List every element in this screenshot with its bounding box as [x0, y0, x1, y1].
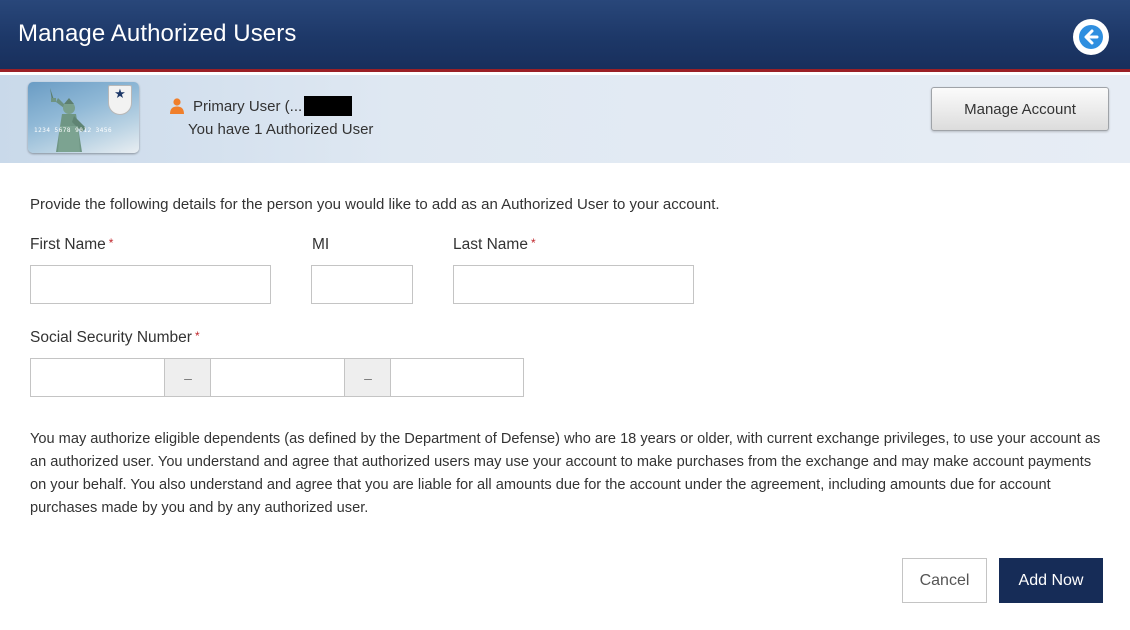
form-instructions: Provide the following details for the pe…	[30, 196, 720, 213]
back-arrow-icon	[1079, 25, 1103, 49]
authorization-disclaimer: You may authorize eligible dependents (a…	[30, 431, 1101, 516]
required-marker: *	[530, 236, 536, 250]
page-title: Manage Authorized Users	[18, 20, 297, 47]
last-name-label: Last Name *	[453, 236, 536, 254]
ssn-label-text: Social Security Number	[30, 329, 192, 346]
add-now-button[interactable]: Add Now	[999, 558, 1103, 603]
first-name-label-text: First Name	[30, 236, 106, 253]
first-name-label: First Name *	[30, 236, 113, 254]
middle-initial-field[interactable]	[311, 265, 413, 304]
ssn-separator: –	[165, 358, 211, 397]
card-number: 1234 5678 9012 3456	[34, 127, 113, 134]
last-name-label-text: Last Name	[453, 236, 528, 253]
manage-account-button[interactable]: Manage Account	[931, 87, 1109, 131]
last-name-field[interactable]	[453, 265, 694, 304]
statue-of-liberty-graphic	[50, 88, 86, 152]
first-name-field[interactable]	[30, 265, 271, 304]
redacted-user-name	[304, 96, 353, 116]
primary-user-label: Primary User (...	[193, 97, 303, 115]
authorized-user-count: You have 1 Authorized User	[188, 121, 374, 138]
primary-user-line: Primary User (...	[170, 96, 353, 116]
mi-label: MI	[312, 236, 330, 253]
page-header: Manage Authorized Users	[0, 0, 1130, 72]
ssn-separator: –	[345, 358, 391, 397]
required-marker: *	[108, 236, 114, 250]
ssn-part1-field[interactable]	[30, 358, 165, 397]
ssn-part2-field[interactable]	[210, 358, 345, 397]
cancel-button[interactable]: Cancel	[902, 558, 987, 603]
credit-card-image: ★ 1234 5678 9012 3456	[28, 82, 139, 153]
card-logo-shield: ★	[108, 85, 132, 115]
user-icon	[170, 98, 184, 114]
required-marker: *	[194, 329, 200, 343]
account-summary-bar: ★ 1234 5678 9012 3456 Primary User (... …	[0, 75, 1130, 163]
back-button[interactable]	[1073, 19, 1109, 55]
ssn-part3-field[interactable]	[390, 358, 524, 397]
ssn-label: Social Security Number *	[30, 329, 200, 347]
